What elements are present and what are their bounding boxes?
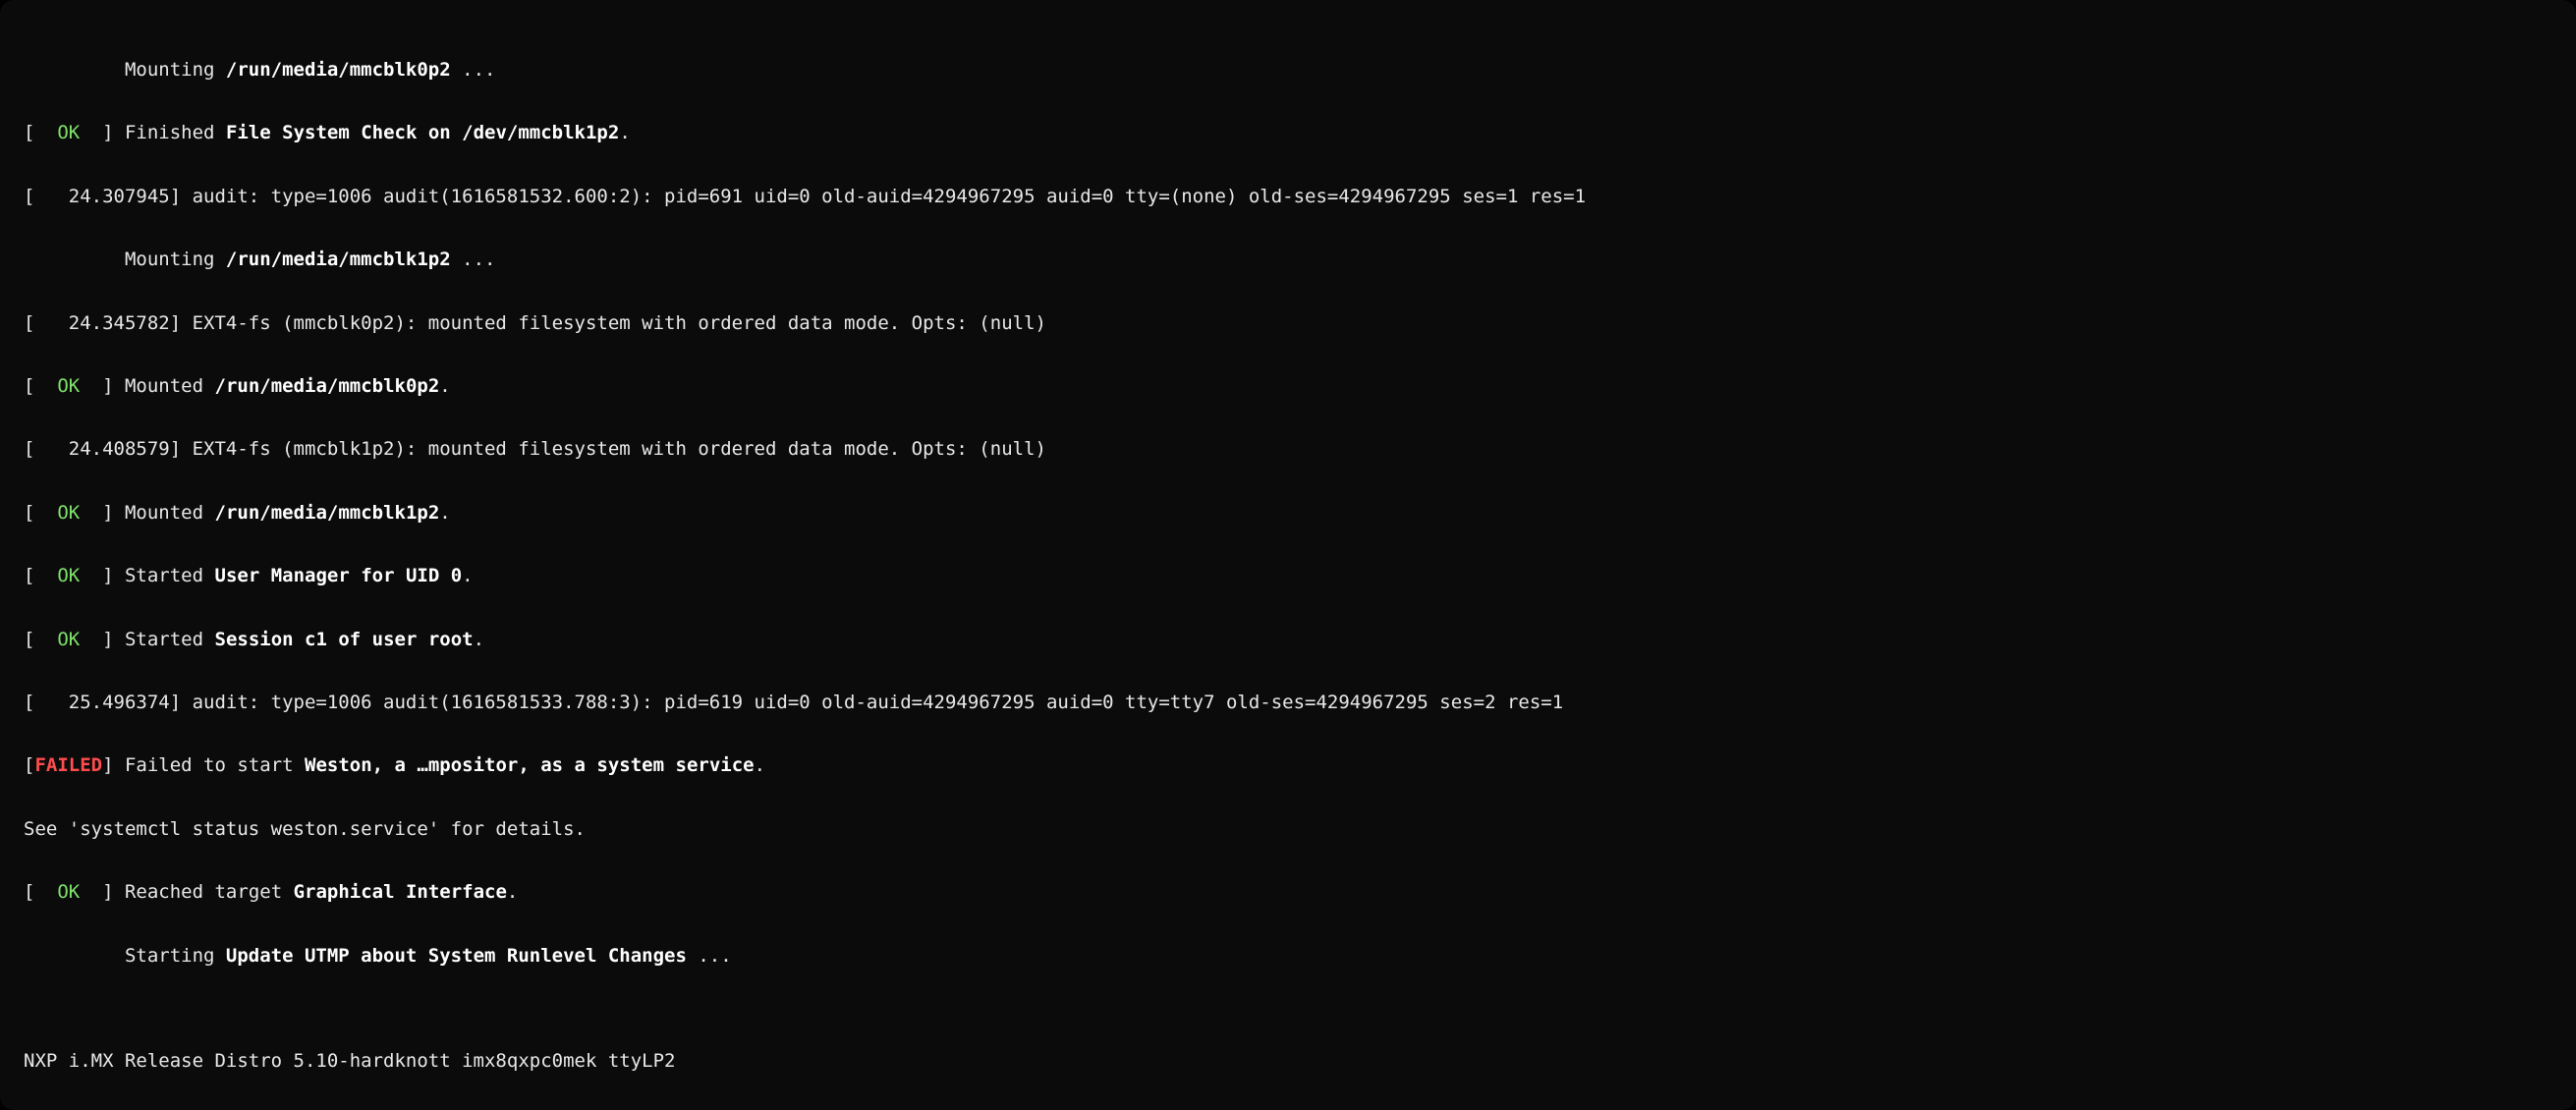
boot-line: Mounting /run/media/mmcblk0p2 ... (24, 60, 2552, 81)
status-ok: OK (34, 565, 102, 586)
boot-line: [ OK ] Started Session c1 of user root. (24, 630, 2552, 650)
terminal-window[interactable]: Mounting /run/media/mmcblk0p2 ... [ OK ]… (0, 0, 2576, 1110)
boot-line: See 'systemctl status weston.service' fo… (24, 819, 2552, 840)
boot-line: [ OK ] Mounted /run/media/mmcblk1p2. (24, 503, 2552, 524)
distro-banner: NXP i.MX Release Distro 5.10-hardknott i… (24, 1051, 2552, 1072)
boot-line: [ OK ] Mounted /run/media/mmcblk0p2. (24, 376, 2552, 397)
boot-line: [ OK ] Reached target Graphical Interfac… (24, 882, 2552, 903)
kernel-log-line: [ 25.496374] audit: type=1006 audit(1616… (24, 693, 2552, 713)
boot-line: [ OK ] Started User Manager for UID 0. (24, 566, 2552, 586)
boot-line-failed: [FAILED] Failed to start Weston, a …mpos… (24, 755, 2552, 776)
status-ok: OK (34, 502, 102, 524)
status-ok: OK (34, 629, 102, 650)
boot-line: [ OK ] Finished File System Check on /de… (24, 123, 2552, 143)
kernel-log-line: [ 24.345782] EXT4-fs (mmcblk0p2): mounte… (24, 313, 2552, 334)
kernel-log-line: [ 24.307945] audit: type=1006 audit(1616… (24, 187, 2552, 207)
status-ok: OK (34, 881, 102, 903)
status-failed: FAILED (34, 754, 102, 776)
status-ok: OK (34, 122, 102, 143)
status-ok: OK (34, 375, 102, 397)
boot-line: Mounting /run/media/mmcblk1p2 ... (24, 250, 2552, 270)
boot-line: Starting Update UTMP about System Runlev… (24, 946, 2552, 967)
kernel-log-line: [ 24.408579] EXT4-fs (mmcblk1p2): mounte… (24, 439, 2552, 460)
